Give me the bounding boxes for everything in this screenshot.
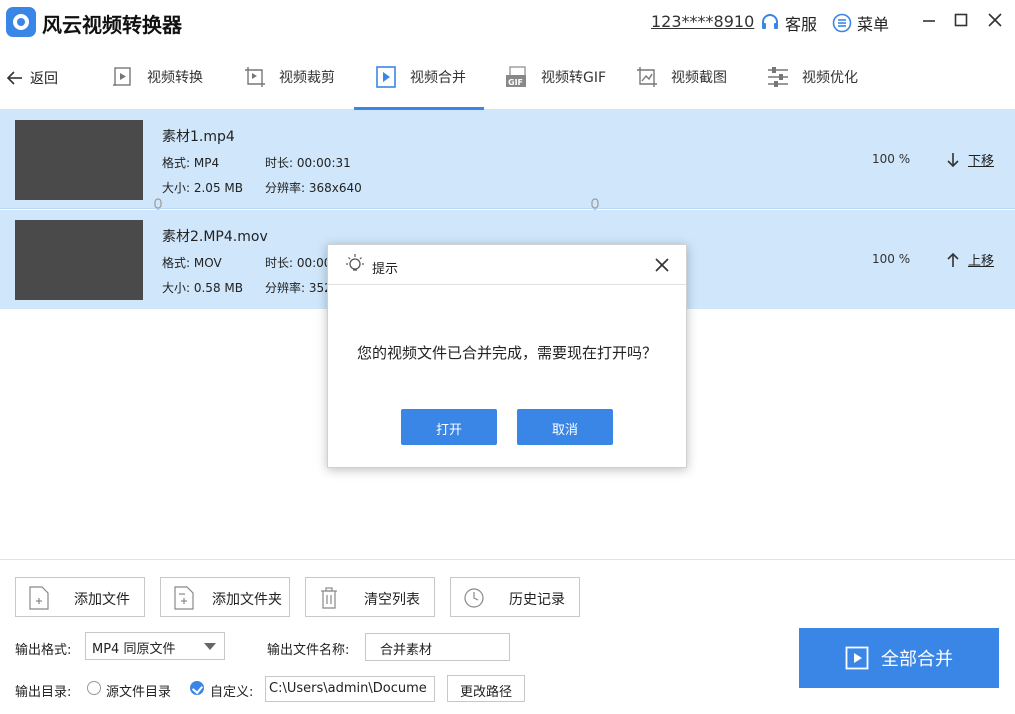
dialog-close-icon[interactable] bbox=[655, 258, 669, 272]
video-crop-icon bbox=[245, 67, 265, 87]
menu-button[interactable]: 菜单 bbox=[832, 11, 889, 35]
move-down-button[interactable]: 下移 bbox=[946, 150, 994, 169]
progress-text: 100 % bbox=[872, 152, 911, 166]
add-folder-button[interactable]: 添加文件夹 bbox=[160, 577, 290, 617]
tab-video-merge[interactable]: 视频合并 bbox=[354, 44, 484, 110]
file-resolution: 分辨率: 368x640 bbox=[265, 181, 362, 195]
close-icon[interactable] bbox=[985, 10, 1005, 30]
move-up-label: 上移 bbox=[968, 254, 995, 269]
chevron-down-icon bbox=[204, 643, 216, 650]
add-file-icon bbox=[29, 586, 49, 610]
tab-video-convert[interactable]: 视频转换 bbox=[111, 44, 203, 110]
progress-text: 100 % bbox=[872, 252, 911, 266]
dialog-message: 您的视频文件已合并完成，需要现在打开吗？ bbox=[356, 344, 657, 362]
menu-label: 菜单 bbox=[857, 15, 890, 34]
tab-label: 视频裁剪 bbox=[279, 70, 335, 86]
menu-icon bbox=[832, 13, 852, 33]
tab-label: 视频转GIF bbox=[541, 70, 607, 86]
play-icon bbox=[845, 646, 869, 670]
history-label: 历史记录 bbox=[509, 592, 565, 608]
arrow-left-icon bbox=[6, 71, 22, 85]
change-path-button[interactable]: 更改路径 bbox=[447, 675, 525, 702]
app-logo-icon bbox=[6, 7, 36, 37]
video-thumbnail bbox=[15, 120, 143, 200]
video-merge-icon bbox=[376, 66, 396, 88]
file-format: 格式: MOV bbox=[162, 256, 222, 270]
merge-all-button[interactable]: 全部合并 bbox=[799, 628, 999, 688]
tab-video-optimize[interactable]: 视频优化 bbox=[766, 44, 858, 110]
file-duration: 时长: 00:00:31 bbox=[265, 156, 351, 170]
add-folder-icon bbox=[174, 586, 194, 610]
dialog-title: 提示 bbox=[372, 262, 399, 277]
maximize-icon[interactable] bbox=[951, 10, 971, 30]
output-name-label: 输出文件名称: bbox=[267, 643, 350, 658]
cancel-button[interactable]: 取消 bbox=[517, 409, 613, 445]
file-format: 格式: MP4 bbox=[162, 156, 220, 170]
clear-list-label: 清空列表 bbox=[364, 592, 420, 608]
dialog-header: 提示 bbox=[328, 245, 686, 285]
file-name: 素材1.mp4 bbox=[162, 129, 235, 145]
file-size: 大小: 0.58 MB bbox=[162, 281, 243, 295]
file-name: 素材2.MP4.mov bbox=[162, 229, 268, 245]
nav-bar: 返回 视频转换 视频裁剪 视频合并 GIF 视频转GIF 视频截图 视频优化 bbox=[0, 44, 1015, 110]
video-convert-icon bbox=[113, 67, 131, 86]
arrow-down-icon bbox=[947, 152, 959, 167]
title-bar: 风云视频转换器 123****8910 客服 菜单 bbox=[0, 0, 1015, 44]
output-dir-label: 输出目录: bbox=[15, 685, 72, 700]
output-name-field[interactable]: 合并素材 bbox=[365, 633, 510, 661]
tab-label: 视频转换 bbox=[147, 70, 203, 86]
file-size: 大小: 2.05 MB bbox=[162, 181, 243, 195]
file-resolution: 分辨率: 352 bbox=[265, 281, 332, 295]
back-button[interactable]: 返回 bbox=[6, 68, 58, 88]
tab-video-gif[interactable]: GIF 视频转GIF bbox=[505, 44, 606, 110]
minimize-icon[interactable] bbox=[919, 10, 939, 30]
tab-label: 视频截图 bbox=[671, 70, 727, 86]
optimize-icon bbox=[768, 67, 788, 87]
radio-source-dir[interactable] bbox=[87, 681, 101, 695]
output-path-field[interactable]: C:\Users\admin\Docume bbox=[265, 676, 435, 702]
screenshot-icon bbox=[637, 67, 657, 87]
add-file-label: 添加文件 bbox=[74, 592, 130, 608]
svg-text:GIF: GIF bbox=[508, 78, 523, 87]
headset-icon bbox=[762, 14, 778, 29]
app-title: 风云视频转换器 bbox=[42, 13, 182, 37]
clear-list-button[interactable]: 清空列表 bbox=[305, 577, 435, 617]
gif-icon: GIF bbox=[506, 66, 526, 87]
open-button[interactable]: 打开 bbox=[401, 409, 497, 445]
move-down-label: 下移 bbox=[968, 154, 995, 169]
file-row[interactable]: 素材1.mp4 格式: MP4 时长: 00:00:31 大小: 2.05 MB… bbox=[0, 110, 1015, 209]
output-format-select[interactable]: MP4 同原文件 bbox=[85, 632, 225, 660]
add-folder-label: 添加文件夹 bbox=[212, 592, 282, 608]
tab-video-crop[interactable]: 视频裁剪 bbox=[243, 44, 335, 110]
merge-all-label: 全部合并 bbox=[881, 649, 953, 670]
arrow-up-icon bbox=[947, 252, 959, 267]
file-duration: 时长: 00:00 bbox=[265, 256, 332, 270]
tab-label: 视频合并 bbox=[410, 70, 466, 86]
video-thumbnail bbox=[15, 220, 143, 300]
account-link[interactable]: 123****8910 bbox=[651, 12, 754, 31]
tab-label: 视频优化 bbox=[802, 70, 858, 86]
add-file-button[interactable]: 添加文件 bbox=[15, 577, 145, 617]
radio-source-dir-label[interactable]: 源文件目录 bbox=[106, 681, 171, 700]
output-format-value: MP4 同原文件 bbox=[92, 642, 176, 657]
tab-video-screenshot[interactable]: 视频截图 bbox=[635, 44, 727, 110]
output-format-label: 输出格式: bbox=[15, 643, 72, 658]
merge-complete-dialog: 提示 您的视频文件已合并完成，需要现在打开吗？ 打开 取消 bbox=[327, 244, 687, 468]
customer-service-button[interactable]: 客服 bbox=[760, 11, 817, 35]
history-button[interactable]: 历史记录 bbox=[450, 577, 580, 617]
radio-custom-dir[interactable] bbox=[190, 681, 204, 695]
trash-icon bbox=[321, 587, 337, 609]
back-label: 返回 bbox=[30, 71, 58, 87]
clock-icon bbox=[464, 588, 484, 608]
radio-custom-dir-label[interactable]: 自定义: bbox=[210, 681, 253, 700]
service-label: 客服 bbox=[785, 15, 818, 34]
move-up-button[interactable]: 上移 bbox=[946, 250, 994, 269]
lightbulb-icon bbox=[346, 254, 364, 271]
